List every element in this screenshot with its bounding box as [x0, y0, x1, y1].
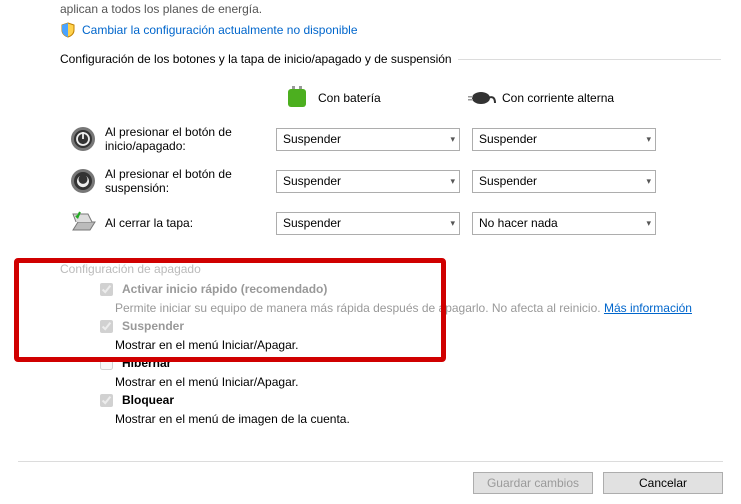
lid-label: Al cerrar la tapa:	[105, 216, 276, 230]
power-button-plugged-select[interactable]: Suspender▾	[472, 128, 656, 151]
plugged-header: Con corriente alterna	[502, 91, 644, 105]
chevron-down-icon: ▾	[646, 176, 651, 187]
shield-icon	[60, 22, 76, 38]
fast-startup-desc: Permite iniciar su equipo de manera más …	[60, 299, 721, 315]
battery-icon	[276, 85, 318, 111]
plug-icon	[460, 85, 502, 111]
lid-icon	[60, 210, 105, 236]
power-button-icon	[60, 126, 105, 152]
section-buttons-title: Configuración de los botones y la tapa d…	[60, 52, 452, 66]
chevron-down-icon: ▾	[646, 134, 651, 145]
more-info-link[interactable]: Más información	[604, 301, 692, 315]
chevron-down-icon: ▾	[646, 218, 651, 229]
sleep-button-battery-select[interactable]: Suspender▾	[276, 170, 460, 193]
chevron-down-icon: ▾	[450, 134, 455, 145]
separator	[458, 59, 721, 60]
lock-desc: Mostrar en el menú de imagen de la cuent…	[60, 410, 721, 426]
lid-battery-select[interactable]: Suspender▾	[276, 212, 460, 235]
power-grid: Con batería Con corriente alterna Al pre…	[0, 74, 741, 248]
sleep-button-label: Al presionar el botón de suspensión:	[105, 167, 276, 195]
battery-header: Con batería	[318, 91, 460, 105]
change-settings-link[interactable]: Cambiar la configuración actualmente no …	[82, 23, 358, 37]
suspend-desc: Mostrar en el menú Iniciar/Apagar.	[60, 336, 721, 352]
power-button-battery-select[interactable]: Suspender▾	[276, 128, 460, 151]
sleep-button-plugged-select[interactable]: Suspender▾	[472, 170, 656, 193]
cancel-button[interactable]: Cancelar	[603, 472, 723, 494]
lock-label: Bloquear	[122, 393, 174, 407]
fast-startup-checkbox	[100, 283, 113, 296]
lid-plugged-select[interactable]: No hacer nada▾	[472, 212, 656, 235]
save-button: Guardar cambios	[473, 472, 593, 494]
intro-text-fragment: aplican a todos los planes de energía.	[0, 0, 741, 16]
suspend-checkbox	[100, 320, 113, 333]
sleep-button-icon	[60, 168, 105, 194]
power-button-label: Al presionar el botón de inicio/apagado:	[105, 125, 276, 153]
chevron-down-icon: ▾	[450, 218, 455, 229]
lock-checkbox	[100, 394, 113, 407]
hibernate-checkbox	[100, 357, 113, 370]
chevron-down-icon: ▾	[450, 176, 455, 187]
suspend-label: Suspender	[122, 319, 184, 333]
hibernate-label: Hibernar	[122, 356, 171, 370]
fast-startup-label: Activar inicio rápido (recomendado)	[122, 282, 327, 296]
section-shutdown-title: Configuración de apagado	[60, 262, 721, 276]
hibernate-desc: Mostrar en el menú Iniciar/Apagar.	[60, 373, 721, 389]
